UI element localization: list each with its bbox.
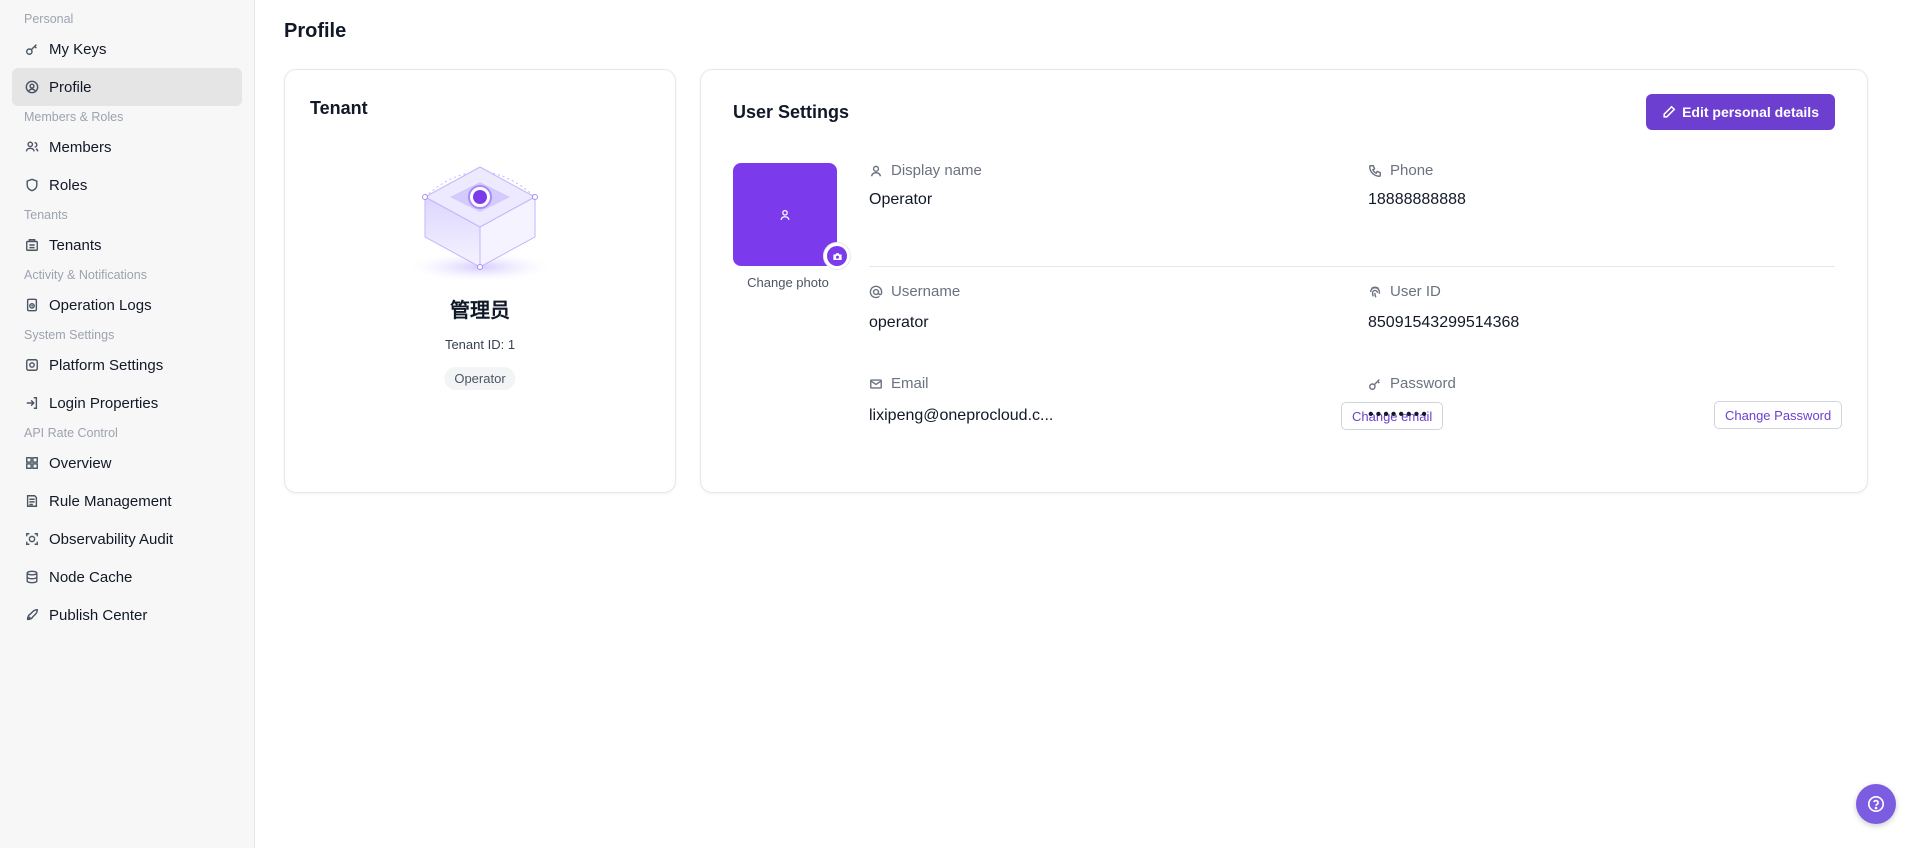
- sidebar-item-rule-management[interactable]: Rule Management: [12, 482, 242, 520]
- rocket-icon: [24, 607, 40, 623]
- user-settings-card: User Settings Edit personal details Chan…: [700, 69, 1868, 493]
- sidebar-item-members[interactable]: Members: [12, 128, 242, 166]
- key-icon: [24, 41, 40, 57]
- display-name-label: Display name: [869, 162, 982, 179]
- tenant-id-label: Tenant ID:: [444, 337, 505, 352]
- login-icon: [24, 395, 40, 411]
- username-label-text: Username: [891, 283, 961, 300]
- divider: [869, 266, 1835, 267]
- sidebar-item-label: Platform Settings: [49, 356, 164, 374]
- user-id-value: 85091543299514368: [1368, 314, 1520, 331]
- tenant-illustration-icon: [405, 152, 555, 282]
- fingerprint-icon: [1369, 286, 1381, 298]
- tenant-id: Tenant ID: 1: [285, 337, 675, 352]
- sidebar-item-observability-audit[interactable]: Observability Audit: [12, 520, 242, 558]
- help-button[interactable]: [1856, 784, 1896, 824]
- building-icon: [24, 237, 40, 253]
- sidebar-item-label: Publish Center: [49, 606, 148, 624]
- email-value: lixipeng@oneprocloud.c...: [869, 407, 1054, 424]
- sidebar-item-tenants[interactable]: Tenants: [12, 226, 242, 264]
- key-icon: [1369, 378, 1380, 390]
- logs-icon: [24, 297, 40, 313]
- section-label-api-rate-control: API Rate Control: [24, 426, 118, 440]
- shield-icon: [24, 177, 40, 193]
- email-label-text: Email: [891, 375, 929, 392]
- sidebar-item-roles[interactable]: Roles: [12, 166, 242, 204]
- user-settings-title: User Settings: [733, 102, 850, 122]
- sidebar-item-label: Overview: [49, 454, 112, 472]
- change-password-button[interactable]: Change Password: [1714, 401, 1843, 429]
- tenant-card-title: Tenant: [310, 98, 368, 118]
- user-icon: [780, 209, 790, 220]
- grid-icon: [24, 455, 40, 471]
- sidebar-item-profile[interactable]: Profile: [12, 68, 242, 106]
- sidebar-item-label: Profile: [49, 78, 92, 96]
- mail-icon: [870, 378, 882, 389]
- users-icon: [24, 139, 40, 155]
- tenant-card: Tenant 管理员 Tenant ID: 1 Operator: [284, 69, 676, 493]
- sidebar-item-node-cache[interactable]: Node Cache: [12, 558, 242, 596]
- phone-label-text: Phone: [1390, 162, 1434, 179]
- sidebar-item-label: Login Properties: [49, 394, 159, 412]
- user-circle-icon: [24, 79, 40, 95]
- edit-button-label: Edit personal details: [1682, 104, 1819, 120]
- help-icon: [1867, 795, 1885, 813]
- role-badge: Operator: [444, 367, 516, 390]
- sidebar-item-label: Observability Audit: [49, 530, 174, 548]
- sidebar-item-label: Tenants: [49, 236, 102, 254]
- sidebar-item-label: Operation Logs: [49, 296, 152, 314]
- change-photo-camera-button[interactable]: [823, 242, 851, 270]
- section-label-system-settings: System Settings: [24, 328, 115, 342]
- email-label: Email: [869, 375, 929, 392]
- main-content: Profile Tenant 管理员 Tenant ID: 1 Operator…: [256, 0, 1920, 848]
- username-label: Username: [869, 283, 960, 300]
- database-icon: [24, 569, 40, 585]
- sidebar-item-publish-center[interactable]: Publish Center: [12, 596, 242, 634]
- phone-icon: [1369, 164, 1381, 177]
- sidebar-item-label: Roles: [49, 176, 88, 194]
- rules-icon: [24, 493, 40, 509]
- page-title: Profile: [284, 20, 347, 42]
- sidebar: Personal My Keys Profile Members & Roles…: [0, 0, 255, 848]
- audit-icon: [24, 531, 40, 547]
- user-id-label: User ID: [1368, 283, 1441, 300]
- edit-personal-details-button[interactable]: Edit personal details: [1646, 94, 1835, 130]
- sidebar-item-label: Rule Management: [49, 492, 172, 510]
- pencil-icon: [1663, 105, 1676, 118]
- tenant-id-value: 1: [507, 337, 516, 352]
- display-name-label-text: Display name: [891, 162, 982, 179]
- sidebar-item-platform-settings[interactable]: Platform Settings: [12, 346, 242, 384]
- section-label-tenants: Tenants: [24, 208, 68, 222]
- sidebar-item-label: My Keys: [49, 40, 107, 58]
- change-photo-link[interactable]: Change photo: [733, 275, 843, 290]
- phone-value: 18888888888: [1368, 191, 1466, 208]
- user-id-label-text: User ID: [1390, 283, 1441, 300]
- at-sign-icon: [869, 285, 883, 298]
- sidebar-item-operation-logs[interactable]: Operation Logs: [12, 286, 242, 324]
- password-label: Password: [1368, 375, 1456, 392]
- phone-label: Phone: [1368, 162, 1433, 179]
- user-icon: [870, 165, 882, 176]
- username-value: operator: [869, 314, 929, 331]
- tenant-name: 管理员: [450, 298, 510, 322]
- password-label-text: Password: [1390, 375, 1456, 392]
- avatar[interactable]: [733, 163, 837, 266]
- sidebar-item-overview[interactable]: Overview: [12, 444, 242, 482]
- sidebar-item-login-properties[interactable]: Login Properties: [12, 384, 242, 422]
- section-label-members-roles: Members & Roles: [24, 110, 124, 124]
- password-masked-value: ••••••••: [1368, 406, 1429, 423]
- camera-icon: [832, 252, 842, 260]
- section-label-personal: Personal: [24, 12, 74, 26]
- sidebar-item-label: Members: [49, 138, 112, 156]
- display-name-value: Operator: [869, 191, 933, 208]
- section-label-activity: Activity & Notifications: [24, 268, 147, 282]
- sidebar-item-label: Node Cache: [49, 568, 133, 586]
- settings-icon: [24, 357, 40, 373]
- sidebar-item-my-keys[interactable]: My Keys: [12, 30, 242, 68]
